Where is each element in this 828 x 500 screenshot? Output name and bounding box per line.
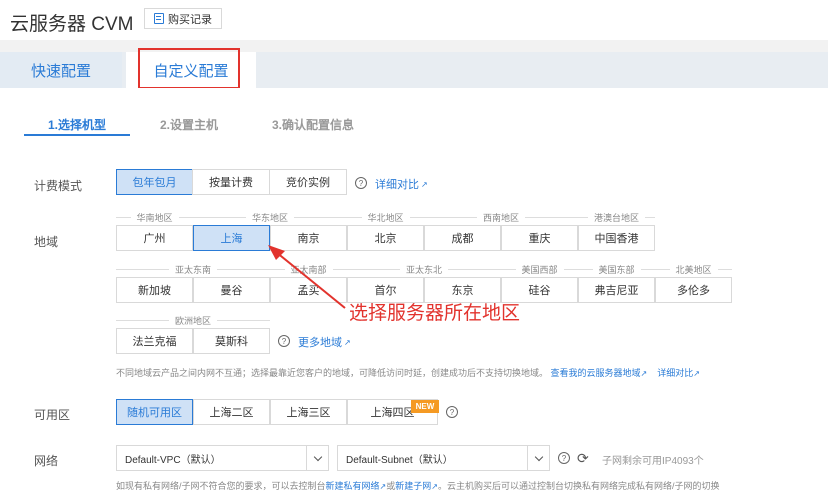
chevron-down-icon <box>306 446 328 470</box>
chevron-down-icon <box>527 446 549 470</box>
refresh-icon[interactable]: ⟳ <box>577 450 589 467</box>
annotation-text: 选择服务器所在地区 <box>349 303 521 324</box>
create-subnet-link[interactable]: 新建子网 <box>395 481 431 491</box>
zone-label: 可用区 <box>34 408 71 422</box>
network-note: 如现有私有网络/子网不符合您的要求，可以去控制台新建私有网络↗或新建子网↗。云主… <box>116 479 719 492</box>
network-note-or: 或 <box>386 481 396 491</box>
subnet-select[interactable]: Default-Subnet（默认） <box>337 445 550 471</box>
zone-option-shanghai-2[interactable]: 上海二区 <box>193 399 270 425</box>
zone-help-icon[interactable]: ? <box>446 406 458 418</box>
network-help-icon[interactable]: ? <box>558 452 570 464</box>
vpc-select-value: Default-VPC（默认） <box>125 454 221 466</box>
vpc-select[interactable]: Default-VPC（默认） <box>116 445 329 471</box>
network-note-text: 如现有私有网络/子网不符合您的要求，可以去控制台 <box>116 481 326 491</box>
network-label: 网络 <box>34 454 59 468</box>
annotation-arrow <box>268 245 346 309</box>
zone-option-shanghai-3[interactable]: 上海三区 <box>270 399 347 425</box>
subnet-remaining-ip: 子网剩余可用IP4093个 <box>602 456 704 467</box>
external-link-icon: ↗ <box>431 482 438 491</box>
subnet-select-value: Default-Subnet（默认） <box>346 454 453 466</box>
zone-option-random[interactable]: 随机可用区 <box>116 399 193 425</box>
new-badge: NEW <box>411 400 439 413</box>
create-vpc-link[interactable]: 新建私有网络 <box>326 481 380 491</box>
network-note-suffix: 。云主机购买后可以通过控制台切换私有网络完成私有网络/子网的切换 <box>437 481 720 491</box>
